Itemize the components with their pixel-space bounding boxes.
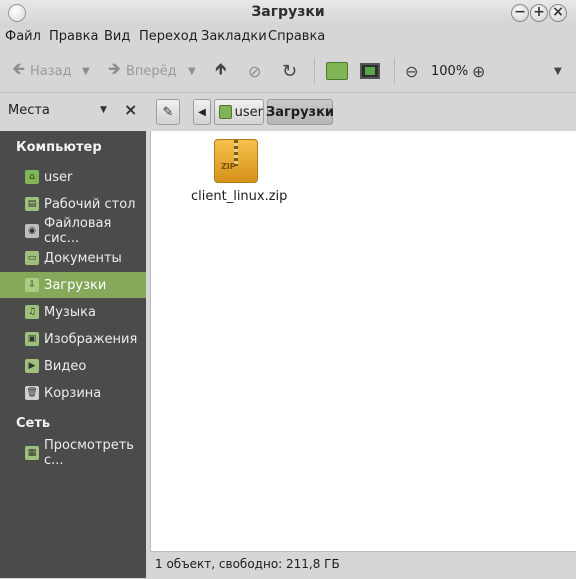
forward-button[interactable]: 🡺 Вперёд xyxy=(108,58,177,82)
sidebar: Компьютер ⌂ user ▤ Рабочий стол ◉ Файлов… xyxy=(0,131,146,578)
back-history-dropdown[interactable]: ▼ xyxy=(82,60,90,82)
computer-button[interactable] xyxy=(360,60,380,82)
music-folder-icon: ♫ xyxy=(25,305,39,319)
up-arrow-icon: 🡹 xyxy=(215,58,227,78)
sidebar-item-music[interactable]: ♫ Музыка xyxy=(0,299,146,325)
sidebar-item-trash[interactable]: 🗑 Корзина xyxy=(0,380,146,406)
sidebar-header: Места ▼ × xyxy=(0,93,146,131)
close-button[interactable]: × xyxy=(549,4,567,22)
places-dropdown[interactable]: ▼ xyxy=(100,105,107,115)
chevron-down-icon: ▼ xyxy=(82,65,90,77)
file-manager-window: Загрузки − + × Файл Правка Вид Переход З… xyxy=(0,0,576,579)
home-folder-icon: ⌂ xyxy=(25,170,39,184)
menu-go[interactable]: Переход xyxy=(139,29,198,44)
sidebar-item-label: Рабочий стол xyxy=(44,196,136,212)
sidebar-section-network: Сеть xyxy=(16,416,51,431)
toolbar-separator xyxy=(314,58,315,84)
pictures-folder-icon: ▣ xyxy=(25,332,39,346)
sidebar-item-documents[interactable]: ▭ Документы xyxy=(0,245,146,271)
back-label: Назад xyxy=(30,63,72,79)
up-button[interactable]: 🡹 xyxy=(215,58,227,82)
toggle-location-entry-button[interactable]: ✎ xyxy=(156,99,180,125)
file-name: client_linux.zip xyxy=(191,189,288,204)
sidebar-item-label: Корзина xyxy=(44,385,102,401)
trash-icon: 🗑 xyxy=(25,386,39,400)
sidebar-section-computer: Компьютер xyxy=(16,140,102,155)
chevron-left-icon: ◀ xyxy=(198,106,206,118)
forward-label: Вперёд xyxy=(126,63,177,79)
menu-help[interactable]: Справка xyxy=(268,29,325,44)
home-button[interactable] xyxy=(326,60,348,82)
zip-archive-icon: ZIP xyxy=(214,139,258,183)
path-scroll-left-button[interactable]: ◀ xyxy=(193,99,211,125)
drive-icon: ◉ xyxy=(25,224,39,238)
home-folder-icon xyxy=(326,62,348,80)
stop-icon: ⊘ xyxy=(248,61,262,81)
forward-arrow-icon: 🡺 xyxy=(108,58,121,78)
menu-edit[interactable]: Правка xyxy=(49,29,98,44)
videos-folder-icon: ▶ xyxy=(25,359,39,373)
menu-view[interactable]: Вид xyxy=(104,29,130,44)
path-user-label: user xyxy=(234,104,263,120)
back-button[interactable]: 🡸 Назад xyxy=(12,58,72,82)
path-current-label: Загрузки xyxy=(265,104,335,120)
status-text: 1 объект, свободно: 211,8 ГБ xyxy=(155,557,340,571)
stop-button[interactable]: ⊘ xyxy=(248,60,261,82)
pencil-icon: ✎ xyxy=(162,104,174,120)
maximize-button[interactable]: + xyxy=(530,4,548,22)
forward-history-dropdown[interactable]: ▼ xyxy=(188,60,196,82)
sidebar-item-desktop[interactable]: ▤ Рабочий стол xyxy=(0,191,146,217)
zoom-out-button[interactable]: ⊖ xyxy=(405,60,418,82)
toolbar-overflow-button[interactable]: ▼ xyxy=(554,60,562,82)
sidebar-item-downloads[interactable]: ⇩ Загрузки xyxy=(0,272,146,298)
documents-folder-icon: ▭ xyxy=(25,251,39,265)
zoom-in-button[interactable]: ⊕ xyxy=(472,60,485,82)
reload-icon: ↻ xyxy=(282,60,298,82)
places-label: Места xyxy=(8,103,50,118)
back-arrow-icon: 🡸 xyxy=(12,58,25,78)
status-bar: 1 объект, свободно: 211,8 ГБ xyxy=(150,551,576,579)
path-button-user[interactable]: user xyxy=(214,99,264,125)
zoom-level: 100% xyxy=(431,63,469,79)
path-bar: ✎ ◀ user Загрузки xyxy=(150,93,576,131)
file-item[interactable]: ZIP client_linux.zip xyxy=(191,139,288,204)
sidebar-item-label: Просмотреть с... xyxy=(44,438,134,468)
toolbar-separator xyxy=(394,58,395,84)
computer-icon xyxy=(360,63,380,79)
downloads-folder-icon: ⇩ xyxy=(25,278,39,292)
minimize-button[interactable]: − xyxy=(511,4,529,22)
home-folder-icon xyxy=(219,105,232,119)
sidebar-item-label: Файловая сис... xyxy=(44,216,112,246)
path-button-current[interactable]: Загрузки xyxy=(265,99,335,125)
window-title: Загрузки xyxy=(251,4,325,20)
sidebar-item-user[interactable]: ⌂ user xyxy=(0,164,146,190)
sidebar-item-videos[interactable]: ▶ Видео xyxy=(0,353,146,379)
sidebar-item-label: Видео xyxy=(44,358,87,374)
zoom-out-icon: ⊖ xyxy=(405,61,419,81)
toolbar: 🡸 Назад ▼ 🡺 Вперёд ▼ 🡹 ⊘ ↻ ⊖ 100% ⊕ ▼ xyxy=(0,50,576,93)
title-bar[interactable]: Загрузки − + × xyxy=(0,0,576,26)
zip-badge: ZIP xyxy=(221,162,236,171)
network-icon: ▦ xyxy=(25,446,39,460)
close-sidebar-icon[interactable]: × xyxy=(124,100,137,119)
zoom-in-icon: ⊕ xyxy=(472,61,486,81)
menu-file[interactable]: Файл xyxy=(5,29,41,44)
sidebar-item-label: Изображения xyxy=(44,331,138,347)
file-view[interactable]: ZIP client_linux.zip xyxy=(150,131,576,551)
sidebar-item-label: user xyxy=(44,169,73,185)
sidebar-item-filesystem[interactable]: ◉ Файловая сис... xyxy=(0,216,146,246)
chevron-down-icon: ▼ xyxy=(188,65,196,77)
chevron-down-icon: ▼ xyxy=(554,65,562,77)
menu-bookmarks[interactable]: Закладки xyxy=(201,29,267,44)
sidebar-item-browse-network[interactable]: ▦ Просмотреть с... xyxy=(0,438,146,468)
reload-button[interactable]: ↻ xyxy=(282,60,297,82)
sidebar-item-label: Загрузки xyxy=(44,277,107,293)
sidebar-item-label: Музыка xyxy=(44,304,96,320)
sidebar-item-label: Документы xyxy=(44,250,122,266)
menu-bar: Файл Правка Вид Переход Закладки Справка xyxy=(0,26,576,50)
desktop-icon: ▤ xyxy=(25,197,39,211)
sidebar-item-pictures[interactable]: ▣ Изображения xyxy=(0,326,146,352)
